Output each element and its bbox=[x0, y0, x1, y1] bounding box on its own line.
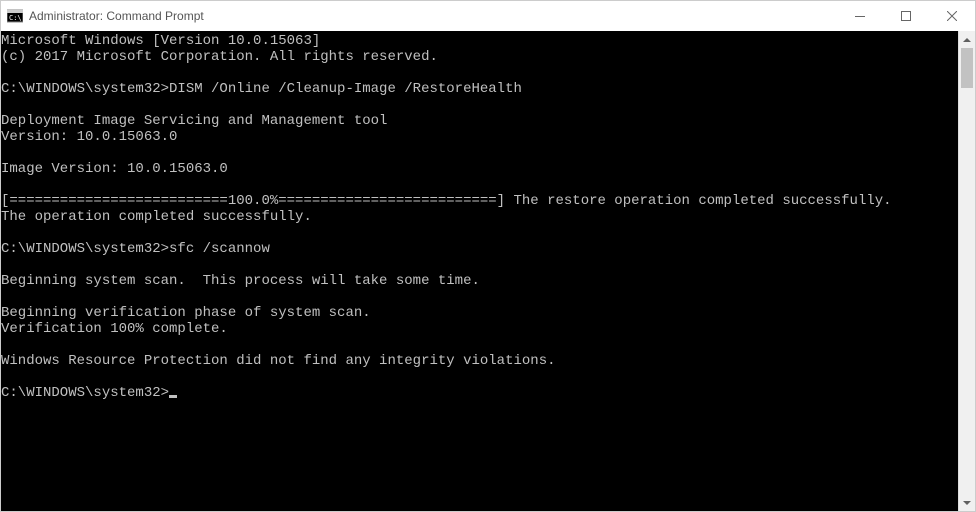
terminal-line: C:\WINDOWS\system32>sfc /scannow bbox=[1, 241, 958, 257]
terminal-line bbox=[1, 177, 958, 193]
window-title: Administrator: Command Prompt bbox=[29, 9, 204, 23]
terminal-line: [==========================100.0%=======… bbox=[1, 193, 958, 209]
terminal-line: C:\WINDOWS\system32>DISM /Online /Cleanu… bbox=[1, 81, 958, 97]
minimize-button[interactable] bbox=[837, 1, 883, 31]
terminal-line bbox=[1, 337, 958, 353]
scrollbar-track[interactable] bbox=[959, 48, 975, 494]
terminal-line bbox=[1, 145, 958, 161]
terminal-line bbox=[1, 289, 958, 305]
window-controls bbox=[837, 1, 975, 31]
terminal-line: Microsoft Windows [Version 10.0.15063] bbox=[1, 33, 958, 49]
vertical-scrollbar[interactable] bbox=[958, 31, 975, 511]
command-prompt-window: C:\ Administrator: Command Prompt Micros… bbox=[0, 0, 976, 512]
scroll-up-button[interactable] bbox=[959, 31, 975, 48]
maximize-button[interactable] bbox=[883, 1, 929, 31]
terminal-line bbox=[1, 369, 958, 385]
titlebar-left: C:\ Administrator: Command Prompt bbox=[1, 8, 204, 24]
terminal-line: C:\WINDOWS\system32> bbox=[1, 385, 958, 401]
svg-text:C:\: C:\ bbox=[9, 14, 22, 22]
terminal-line: Beginning system scan. This process will… bbox=[1, 273, 958, 289]
scroll-down-button[interactable] bbox=[959, 494, 975, 511]
terminal-line bbox=[1, 97, 958, 113]
terminal-line: The operation completed successfully. bbox=[1, 209, 958, 225]
terminal-line: Deployment Image Servicing and Managemen… bbox=[1, 113, 958, 129]
cmd-icon: C:\ bbox=[7, 8, 23, 24]
terminal-line: Version: 10.0.15063.0 bbox=[1, 129, 958, 145]
close-button[interactable] bbox=[929, 1, 975, 31]
terminal-line: (c) 2017 Microsoft Corporation. All righ… bbox=[1, 49, 958, 65]
terminal-line: Beginning verification phase of system s… bbox=[1, 305, 958, 321]
terminal-line: Image Version: 10.0.15063.0 bbox=[1, 161, 958, 177]
titlebar[interactable]: C:\ Administrator: Command Prompt bbox=[1, 1, 975, 31]
terminal-line: Windows Resource Protection did not find… bbox=[1, 353, 958, 369]
terminal-output[interactable]: Microsoft Windows [Version 10.0.15063](c… bbox=[1, 31, 958, 511]
terminal-line bbox=[1, 257, 958, 273]
terminal-line bbox=[1, 225, 958, 241]
scrollbar-thumb[interactable] bbox=[961, 48, 973, 88]
terminal-line: Verification 100% complete. bbox=[1, 321, 958, 337]
terminal-area: Microsoft Windows [Version 10.0.15063](c… bbox=[1, 31, 975, 511]
cursor bbox=[169, 395, 177, 398]
terminal-line bbox=[1, 65, 958, 81]
